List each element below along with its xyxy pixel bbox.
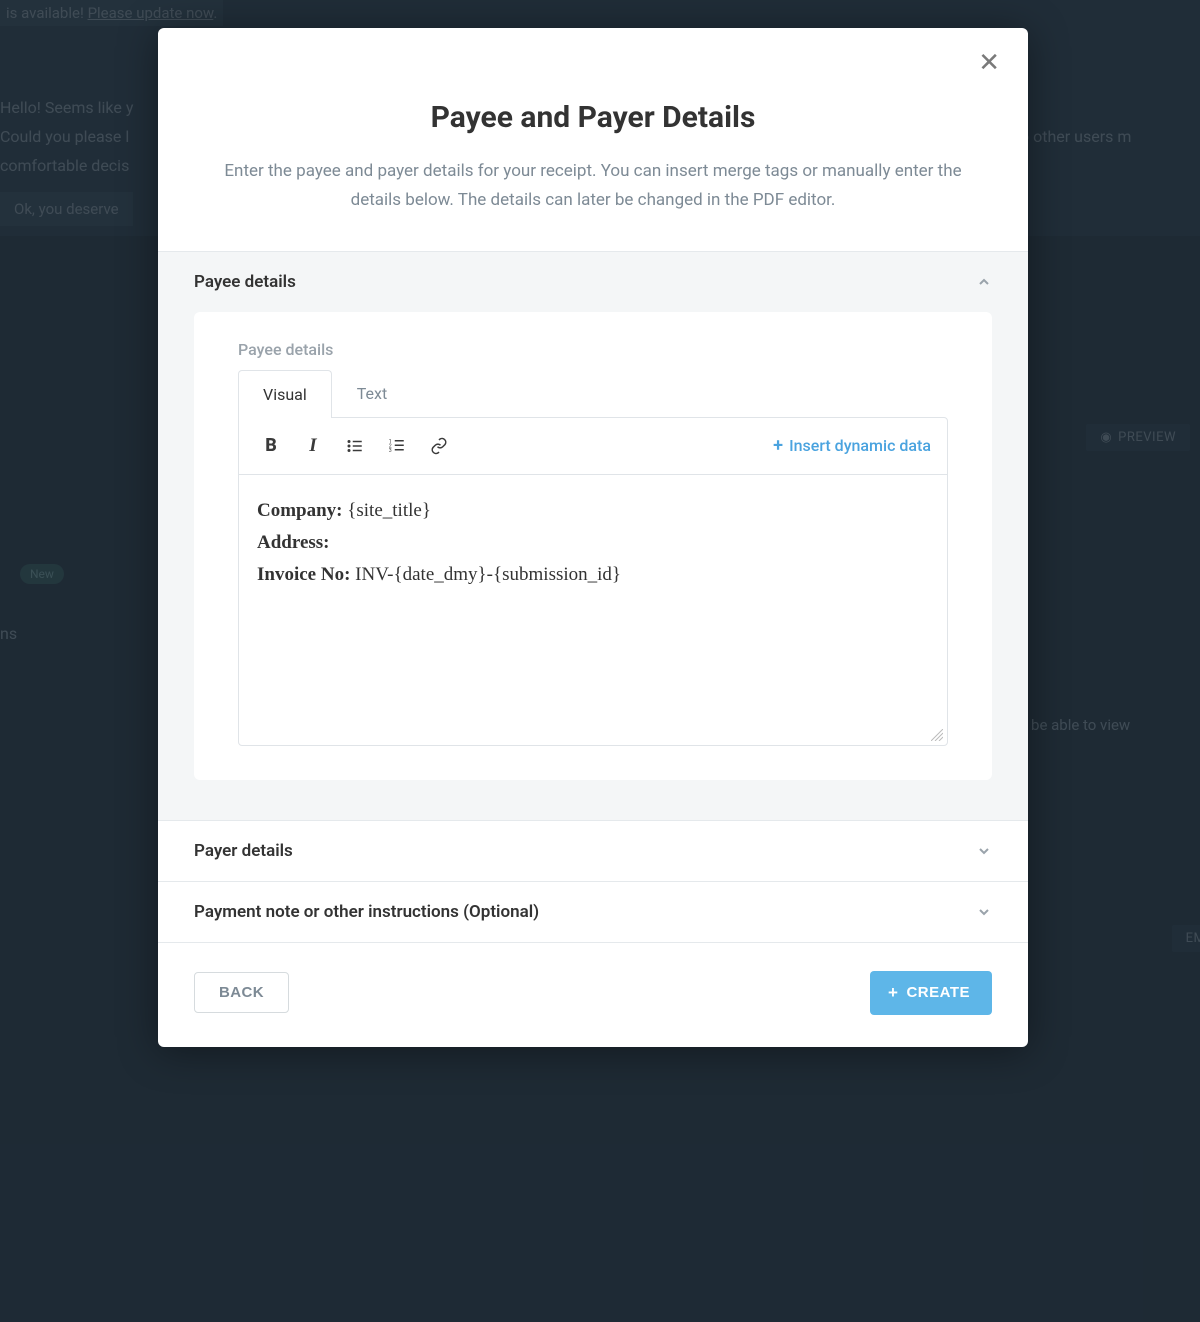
svg-text:3: 3 xyxy=(389,448,392,454)
resize-handle-icon[interactable] xyxy=(931,729,943,741)
payee-section-title: Payee details xyxy=(194,272,296,292)
modal-title: Payee and Payer Details xyxy=(188,100,998,135)
payment-note-section-title: Payment note or other instructions (Opti… xyxy=(194,902,539,922)
editor-tabs: Visual Text xyxy=(238,369,948,417)
chevron-down-icon xyxy=(976,904,992,920)
italic-button[interactable]: I xyxy=(297,430,329,462)
chevron-down-icon xyxy=(976,843,992,859)
create-label: CREATE xyxy=(906,984,970,1001)
numbered-list-button[interactable]: 123 xyxy=(381,430,413,462)
editor-box: B I 123 + In xyxy=(238,417,948,746)
link-button[interactable] xyxy=(423,430,455,462)
payee-payer-modal: ✕ Payee and Payer Details Enter the paye… xyxy=(158,28,1028,1047)
payee-section: Payee details Payee details Visual Text … xyxy=(158,251,1028,820)
insert-dynamic-label: Insert dynamic data xyxy=(789,436,931,455)
invoice-label: Invoice No: xyxy=(257,564,350,585)
company-value: {site_title} xyxy=(343,500,431,521)
tab-visual[interactable]: Visual xyxy=(238,370,332,418)
payment-note-section-header[interactable]: Payment note or other instructions (Opti… xyxy=(158,882,1028,942)
modal-header: ✕ Payee and Payer Details Enter the paye… xyxy=(158,28,1028,251)
plus-icon: + xyxy=(773,435,783,456)
back-button[interactable]: BACK xyxy=(194,972,289,1013)
editor-content[interactable]: Company: {site_title} Address: Invoice N… xyxy=(239,475,947,745)
modal-footer: BACK + CREATE xyxy=(158,942,1028,1047)
payee-field-label: Payee details xyxy=(238,340,948,359)
bullet-list-button[interactable] xyxy=(339,430,371,462)
address-label: Address: xyxy=(257,532,330,553)
company-label: Company: xyxy=(257,500,343,521)
invoice-value: INV-{date_dmy}-{submission_id} xyxy=(350,564,621,585)
tab-text[interactable]: Text xyxy=(332,369,412,417)
payer-section-title: Payer details xyxy=(194,841,293,861)
insert-dynamic-data-button[interactable]: + Insert dynamic data xyxy=(773,435,931,456)
create-button[interactable]: + CREATE xyxy=(870,971,992,1015)
payee-editor-card: Payee details Visual Text B I 123 xyxy=(194,312,992,780)
chevron-up-icon xyxy=(976,274,992,290)
payer-section-header[interactable]: Payer details xyxy=(158,821,1028,881)
payee-section-header[interactable]: Payee details xyxy=(158,252,1028,312)
payee-editor-wrap: Payee details Visual Text B I 123 xyxy=(158,312,1028,820)
editor-toolbar: B I 123 + In xyxy=(239,418,947,475)
modal-subtitle: Enter the payee and payer details for yo… xyxy=(188,157,998,215)
bold-button[interactable]: B xyxy=(255,430,287,462)
payment-note-section: Payment note or other instructions (Opti… xyxy=(158,881,1028,942)
close-icon[interactable]: ✕ xyxy=(978,50,1000,76)
plus-icon: + xyxy=(888,983,898,1003)
payer-section: Payer details xyxy=(158,820,1028,881)
